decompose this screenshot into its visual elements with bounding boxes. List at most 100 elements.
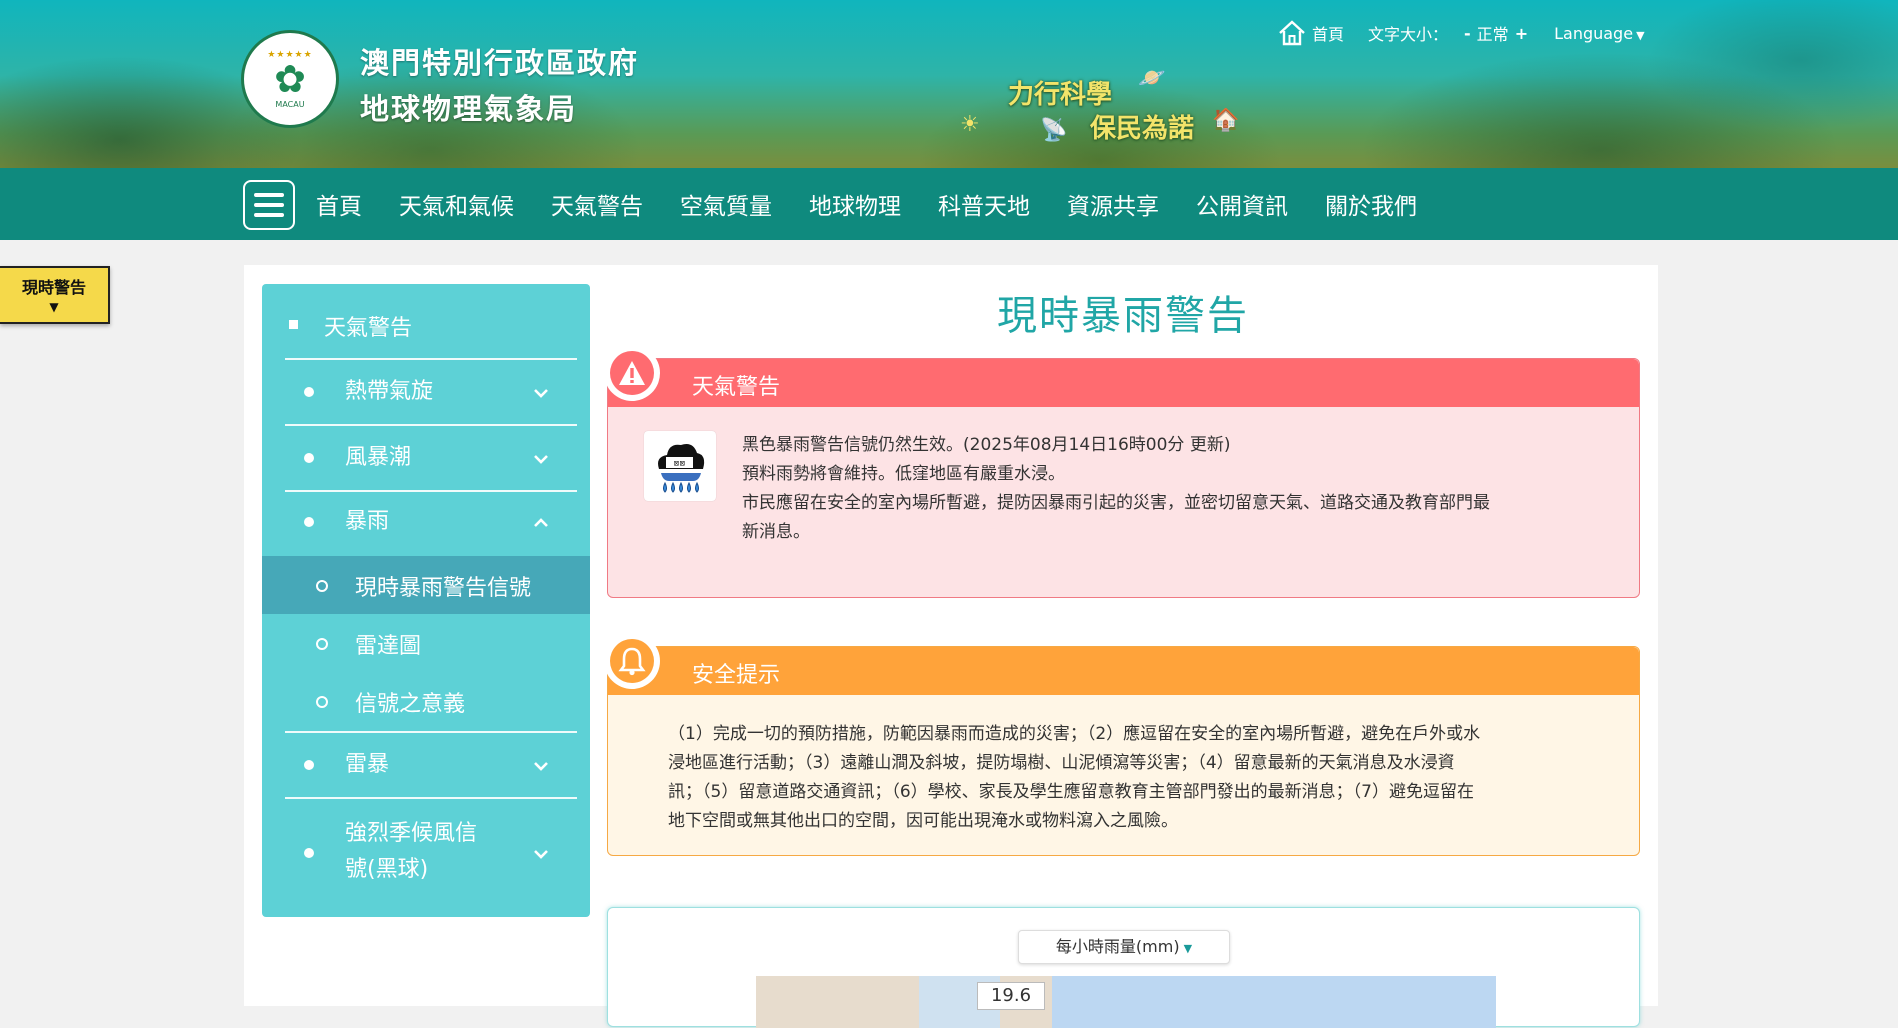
circle-bullet-icon (316, 696, 328, 708)
sidebar-subitem-label: 信號之意義 (355, 692, 466, 717)
sidebar-subitem-radar[interactable]: 雷達圖 (262, 614, 590, 672)
lotus-icon: ✿ (274, 56, 306, 101)
warning-line-2: 預料雨勢將會維持。低窪地區有嚴重水浸。 (742, 464, 1065, 484)
tips-line-2: 浸地區進行活動；（3）遠離山澗及斜坡，提防塌樹、山泥傾瀉等災害；（4）留意最新的… (668, 753, 1455, 773)
emblem-text: MACAU (275, 99, 305, 109)
macau-emblem-logo[interactable]: ★★★★★ ✿ MACAU (241, 30, 339, 128)
org-name-line2[interactable]: 地球物理氣象局 (360, 86, 577, 128)
hamburger-menu-button[interactable] (243, 180, 295, 230)
panel-header: 天氣警告 (604, 345, 1639, 407)
sidebar-item-thunderstorm[interactable]: 雷暴 (262, 732, 590, 798)
hamburger-line (254, 213, 284, 217)
language-label: Language (1554, 23, 1634, 43)
caret-down-icon: ▼ (1183, 942, 1193, 955)
svg-text:⊠⊠: ⊠⊠ (674, 460, 686, 468)
page-title: 現時暴雨警告 (997, 293, 1249, 339)
sidebar-subitem-signal-meaning[interactable]: 信號之意義 (262, 672, 590, 730)
weather-warning-panel: 天氣警告 ⊠⊠ 黑色暴雨警告信號仍然生效。(2025年08月14日16時00分 … (604, 345, 1640, 598)
org-name-line1[interactable]: 澳門特別行政區政府 (360, 40, 639, 82)
top-utility-links: 首頁 文字大小： - 正常 + Language ▼ (1278, 20, 1645, 46)
warning-triangle-icon (610, 351, 654, 395)
bullet-icon (304, 517, 314, 527)
chevron-down-icon: ▼ (49, 300, 59, 314)
sidebar-subitem-label: 雷達圖 (355, 634, 422, 659)
safety-tips-message: （1）完成一切的預防措施，防範因暴雨而造成的災害；（2）應逗留在安全的室內場所暫… (668, 720, 1608, 836)
tips-line-4: 地下空間或無其他出口的空間，因可能出現淹水或物料瀉入之風險。 (668, 811, 1178, 831)
font-decrease-button[interactable]: - (1464, 24, 1471, 43)
nav-item-air-quality[interactable]: 空氣質量 (680, 187, 772, 221)
panel-header: 安全提示 (604, 633, 1639, 695)
panel-title: 天氣警告 (692, 375, 781, 400)
chevron-down-icon (534, 850, 548, 859)
black-rainstorm-signal-icon[interactable]: ⊠⊠ (644, 431, 716, 501)
home-icon[interactable] (1278, 20, 1306, 46)
sidebar-item-label: 雷暴 (345, 752, 390, 777)
hamburger-line (254, 193, 284, 197)
language-dropdown[interactable]: Language ▼ (1554, 24, 1644, 43)
sun-icon: ☀ (960, 112, 980, 137)
sidebar-item-storm-surge[interactable]: 風暴潮 (262, 425, 590, 491)
nav-item-weather-warnings[interactable]: 天氣警告 (551, 187, 643, 221)
bullet-icon (304, 848, 314, 858)
tips-line-3: 訊；（5）留意道路交通資訊；（6）學校、家長及學生應留意教育主管部門發出的最新消… (668, 782, 1474, 802)
content-card: 天氣警告 熱帶氣旋 風暴潮 暴雨 現時暴雨警告信號 雷達圖 信號之意義 雷暴 強… (244, 265, 1658, 1028)
chevron-down-icon (534, 389, 548, 398)
house-icon: 🏠 (1212, 108, 1240, 133)
sidebar-item-label-line2: 號(黑球) (345, 857, 429, 882)
bullet-icon (304, 387, 314, 397)
warning-line-3: 市民應留在安全的室內場所暫避，提防因暴雨引起的災害，並密切留意天氣、道路交通及教… (742, 493, 1490, 513)
warning-line-1: 黑色暴雨警告信號仍然生效。(2025年08月14日16時00分 更新) (742, 435, 1231, 455)
sidebar-item-tropical-cyclone[interactable]: 熱帶氣旋 (262, 359, 590, 425)
sidebar-item-monsoon-signal[interactable]: 強烈季候風信 號(黑球) (262, 798, 590, 908)
slogan-line2: 保民為諾 (1090, 114, 1195, 144)
square-bullet-icon (289, 320, 298, 329)
nav-item-science[interactable]: 科普天地 (938, 187, 1030, 221)
chevron-down-icon (534, 762, 548, 771)
hamburger-line (254, 203, 284, 207)
planet-icon: 🪐 (1138, 66, 1166, 91)
sidebar-heading-label: 天氣警告 (324, 316, 413, 341)
bullet-icon (304, 453, 314, 463)
safety-tips-panel: 安全提示 （1）完成一切的預防措施，防範因暴雨而造成的災害；（2）應逗留在安全的… (604, 633, 1640, 856)
circle-bullet-icon (316, 638, 328, 650)
circle-bullet-icon (316, 580, 328, 592)
font-increase-button[interactable]: + (1515, 24, 1528, 43)
nav-items: 首頁 天氣和氣候 天氣警告 空氣質量 地球物理 科普天地 資源共享 公開資訊 關… (316, 168, 1454, 240)
panel-title: 安全提示 (692, 663, 781, 688)
tips-line-1: （1）完成一切的預防措施，防範因暴雨而造成的災害；（2）應逗留在安全的室內場所暫… (668, 724, 1481, 744)
panel-badge (604, 345, 660, 401)
nav-item-about-us[interactable]: 關於我們 (1325, 187, 1417, 221)
sidebar-item-label: 風暴潮 (345, 445, 412, 470)
sidebar: 天氣警告 熱帶氣旋 風暴潮 暴雨 現時暴雨警告信號 雷達圖 信號之意義 雷暴 強… (262, 284, 590, 917)
chevron-down-icon (534, 455, 548, 464)
current-warnings-tab[interactable]: 現時警告 ▼ (0, 266, 110, 324)
sidebar-subitem-current-rainstorm-signal[interactable]: 現時暴雨警告信號 (262, 556, 590, 614)
chevron-up-icon (534, 518, 548, 527)
nav-item-weather-climate[interactable]: 天氣和氣候 (399, 187, 514, 221)
warning-message: 黑色暴雨警告信號仍然生效。(2025年08月14日16時00分 更新) 預料雨勢… (742, 431, 1602, 547)
nav-item-geophysics[interactable]: 地球物理 (809, 187, 901, 221)
satellite-dish-icon: 📡 (1040, 118, 1068, 143)
sidebar-subitem-label: 現時暴雨警告信號 (355, 576, 532, 601)
nav-item-public-info[interactable]: 公開資訊 (1196, 187, 1288, 221)
sidebar-item-label: 熱帶氣旋 (345, 379, 434, 404)
nav-item-home[interactable]: 首頁 (316, 187, 362, 221)
font-normal-button[interactable]: 正常 (1477, 21, 1509, 45)
slogan-graphic: ☀ 📡 🪐 🏠 力行科學 保民為諾 (960, 64, 1240, 154)
rainfall-type-select[interactable]: 每小時雨量(mm) ▼ (1018, 930, 1230, 964)
current-warnings-label: 現時警告 (21, 278, 86, 297)
main-nav: 首頁 天氣和氣候 天氣警告 空氣質量 地球物理 科普天地 資源共享 公開資訊 關… (0, 168, 1898, 240)
sidebar-item-label: 暴雨 (345, 509, 390, 534)
home-link[interactable]: 首頁 (1312, 21, 1344, 45)
font-size-label: 文字大小： (1368, 25, 1449, 44)
sidebar-heading[interactable]: 天氣警告 (262, 284, 590, 359)
rainfall-map[interactable]: 19.6 (756, 976, 1496, 1028)
chevron-down-icon: ▼ (1636, 28, 1645, 42)
header-banner: ★★★★★ ✿ MACAU 澳門特別行政區政府 地球物理氣象局 ☀ 📡 🪐 🏠 … (0, 0, 1898, 168)
sidebar-item-rainstorm[interactable]: 暴雨 (262, 491, 590, 555)
bell-icon (610, 639, 654, 683)
slogan-line1: 力行科學 (1008, 80, 1113, 110)
panel-badge (604, 633, 660, 689)
nav-item-resources[interactable]: 資源共享 (1067, 187, 1159, 221)
warning-line-4: 新消息。 (742, 522, 810, 542)
